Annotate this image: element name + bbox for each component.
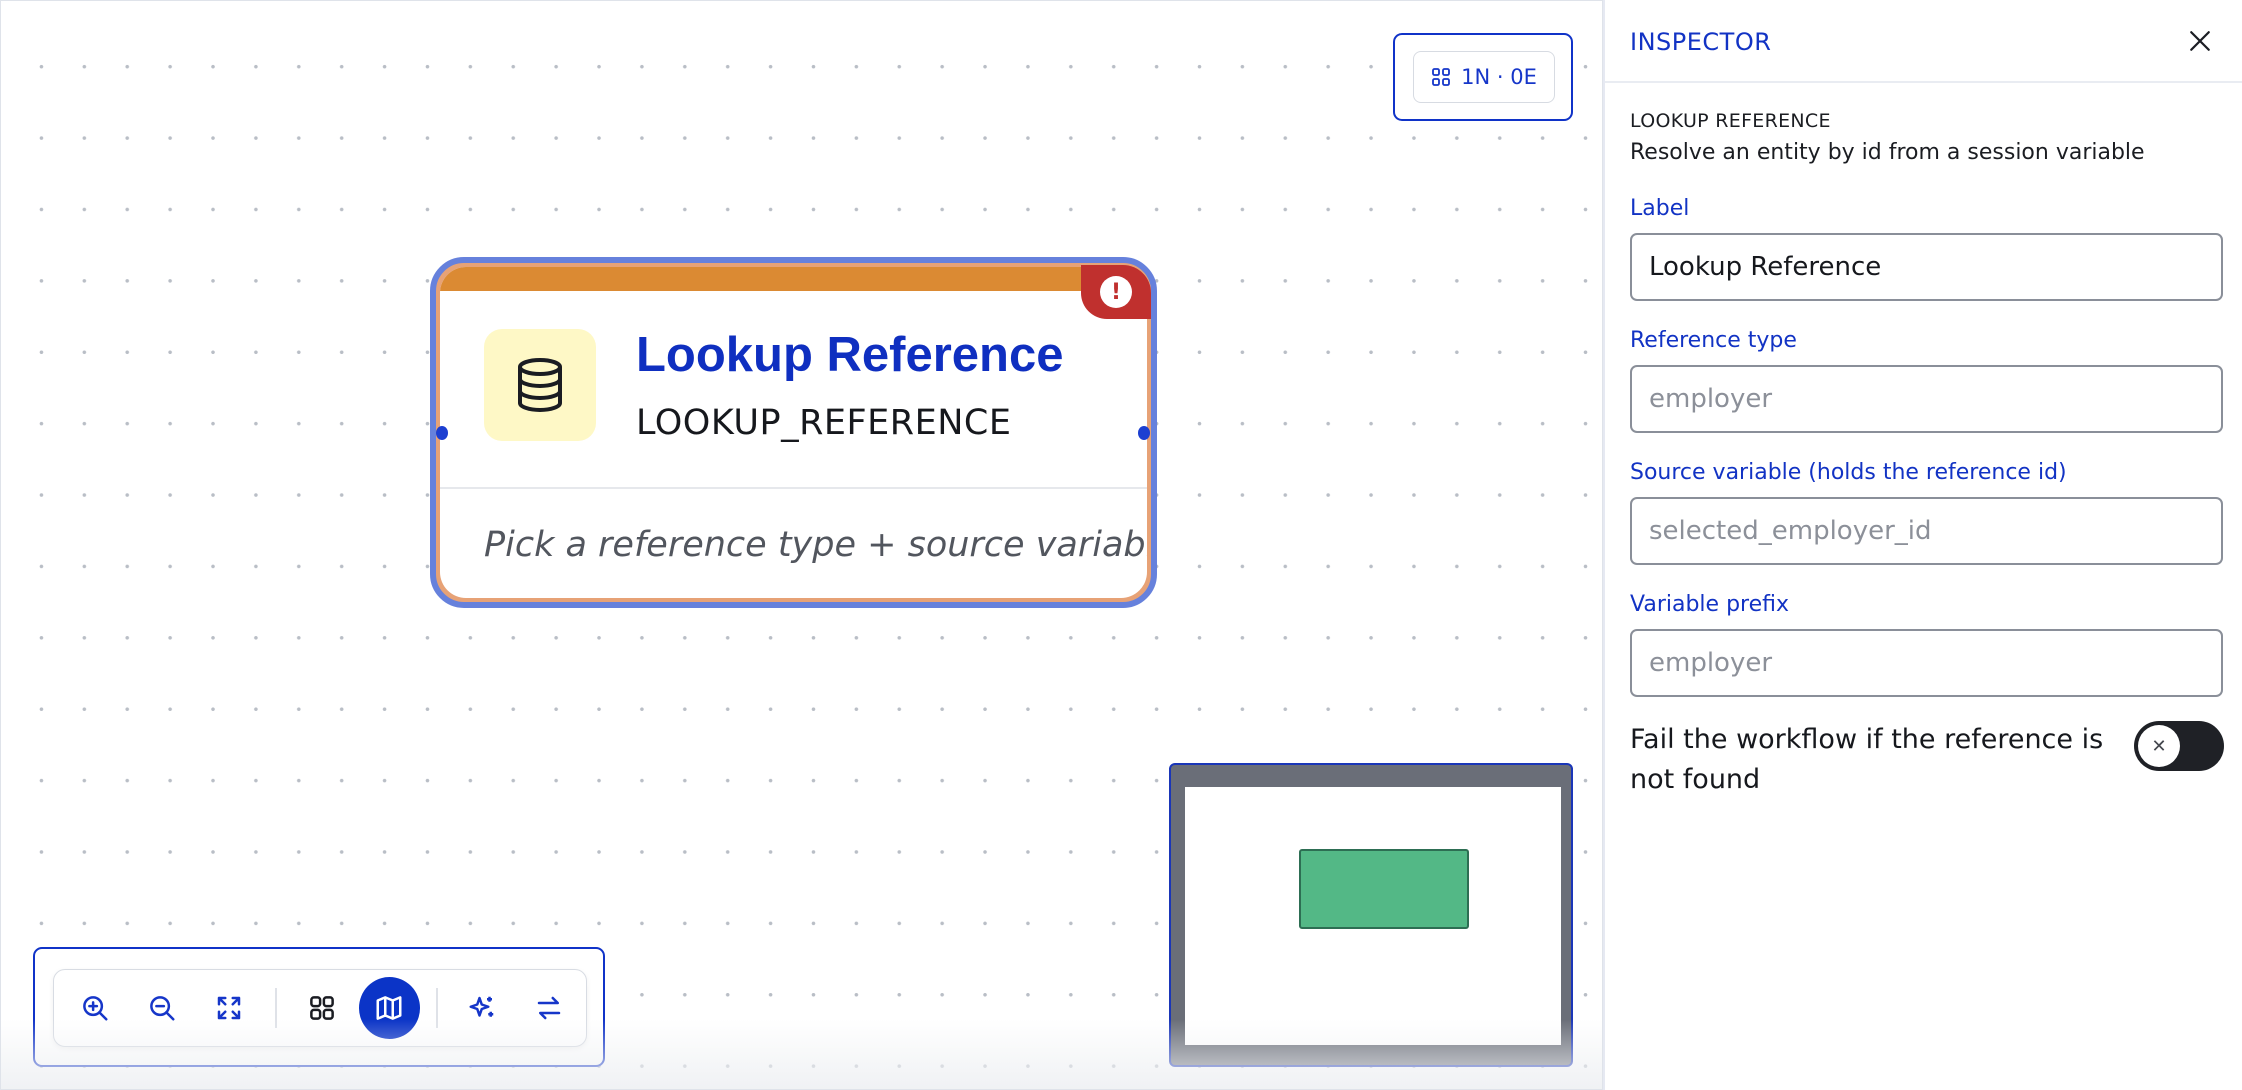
- fit-view-button[interactable]: [198, 977, 259, 1039]
- minimap[interactable]: [1169, 763, 1573, 1067]
- inspector-title: INSPECTOR: [1630, 28, 1772, 56]
- zoom-out-icon: [149, 996, 175, 1021]
- workflow-node[interactable]: Lookup Reference LOOKUP_REFERENCE Pick a…: [430, 257, 1157, 608]
- minimap-node: [1299, 849, 1469, 929]
- node-title: Lookup Reference: [636, 328, 1064, 382]
- ai-assist-button[interactable]: [452, 977, 513, 1039]
- alert-icon: !: [1100, 276, 1132, 308]
- grid-layout-icon: [310, 996, 334, 1020]
- node-status-bar: [440, 267, 1147, 291]
- database-icon: [518, 358, 562, 413]
- label-field-label: Label: [1630, 196, 1690, 221]
- fail-if-not-found-label: Fail the workflow if the reference is no…: [1630, 724, 2104, 795]
- workflow-node-body[interactable]: Lookup Reference LOOKUP_REFERENCE Pick a…: [440, 267, 1147, 598]
- inspector-panel: INSPECTOR LOOKUP REFERENCE Resolve an en…: [1603, 0, 2242, 1090]
- node-icon-container: [484, 329, 596, 441]
- label-input[interactable]: [1630, 233, 2223, 301]
- graph-stats-chip[interactable]: 1N · 0E: [1413, 51, 1555, 103]
- swap-direction-button[interactable]: [519, 977, 580, 1039]
- node-divider: [440, 487, 1147, 489]
- close-inspector-button[interactable]: [2185, 26, 2215, 56]
- node-type-label: LOOKUP_REFERENCE: [636, 403, 1012, 443]
- zoom-in-button[interactable]: [64, 977, 125, 1039]
- toolbar-separator: [435, 988, 438, 1028]
- fail-if-not-found-toggle[interactable]: ✕: [2134, 721, 2224, 771]
- reference-type-field-label: Reference type: [1630, 328, 1797, 353]
- sparkles-icon: [469, 996, 494, 1017]
- variable-prefix-input[interactable]: [1630, 629, 2223, 697]
- node-kind-label: LOOKUP REFERENCE: [1630, 110, 1831, 132]
- reference-type-input[interactable]: [1630, 365, 2223, 433]
- grid-icon: [1432, 68, 1451, 86]
- workflow-canvas[interactable]: 1N · 0E Lookup Reference LOOKUP_REFERENC…: [0, 0, 1603, 1090]
- node-error-badge[interactable]: !: [1081, 265, 1151, 319]
- zoom-out-button[interactable]: [131, 977, 192, 1039]
- variable-prefix-field-label: Variable prefix: [1630, 592, 1790, 617]
- fit-view-icon: [217, 996, 241, 1020]
- source-variable-input[interactable]: [1630, 497, 2223, 565]
- zoom-in-icon: [82, 996, 108, 1021]
- canvas-controls-panel: [33, 947, 605, 1067]
- canvas-toolbar: [53, 969, 587, 1047]
- node-input-handle[interactable]: [436, 426, 448, 440]
- toolbar-separator: [275, 988, 278, 1028]
- auto-layout-button[interactable]: [291, 977, 352, 1039]
- close-icon: [2190, 31, 2210, 51]
- graph-stats-label: 1N · 0E: [1461, 65, 1537, 89]
- node-hint-text: Pick a reference type + source variable: [484, 525, 1147, 565]
- inspector-header: INSPECTOR: [1605, 0, 2242, 83]
- graph-stats-panel: 1N · 0E: [1393, 33, 1573, 121]
- source-variable-field-label: Source variable (holds the reference id): [1630, 460, 2067, 485]
- node-output-handle[interactable]: [1138, 426, 1150, 440]
- toggle-off-icon: ✕: [2138, 725, 2180, 767]
- toggle-minimap-button[interactable]: [358, 977, 420, 1039]
- minimap-viewport[interactable]: [1185, 787, 1561, 1045]
- swap-arrows-icon: [538, 996, 561, 1020]
- node-description: Resolve an entity by id from a session v…: [1630, 140, 2145, 165]
- map-icon: [376, 996, 402, 1020]
